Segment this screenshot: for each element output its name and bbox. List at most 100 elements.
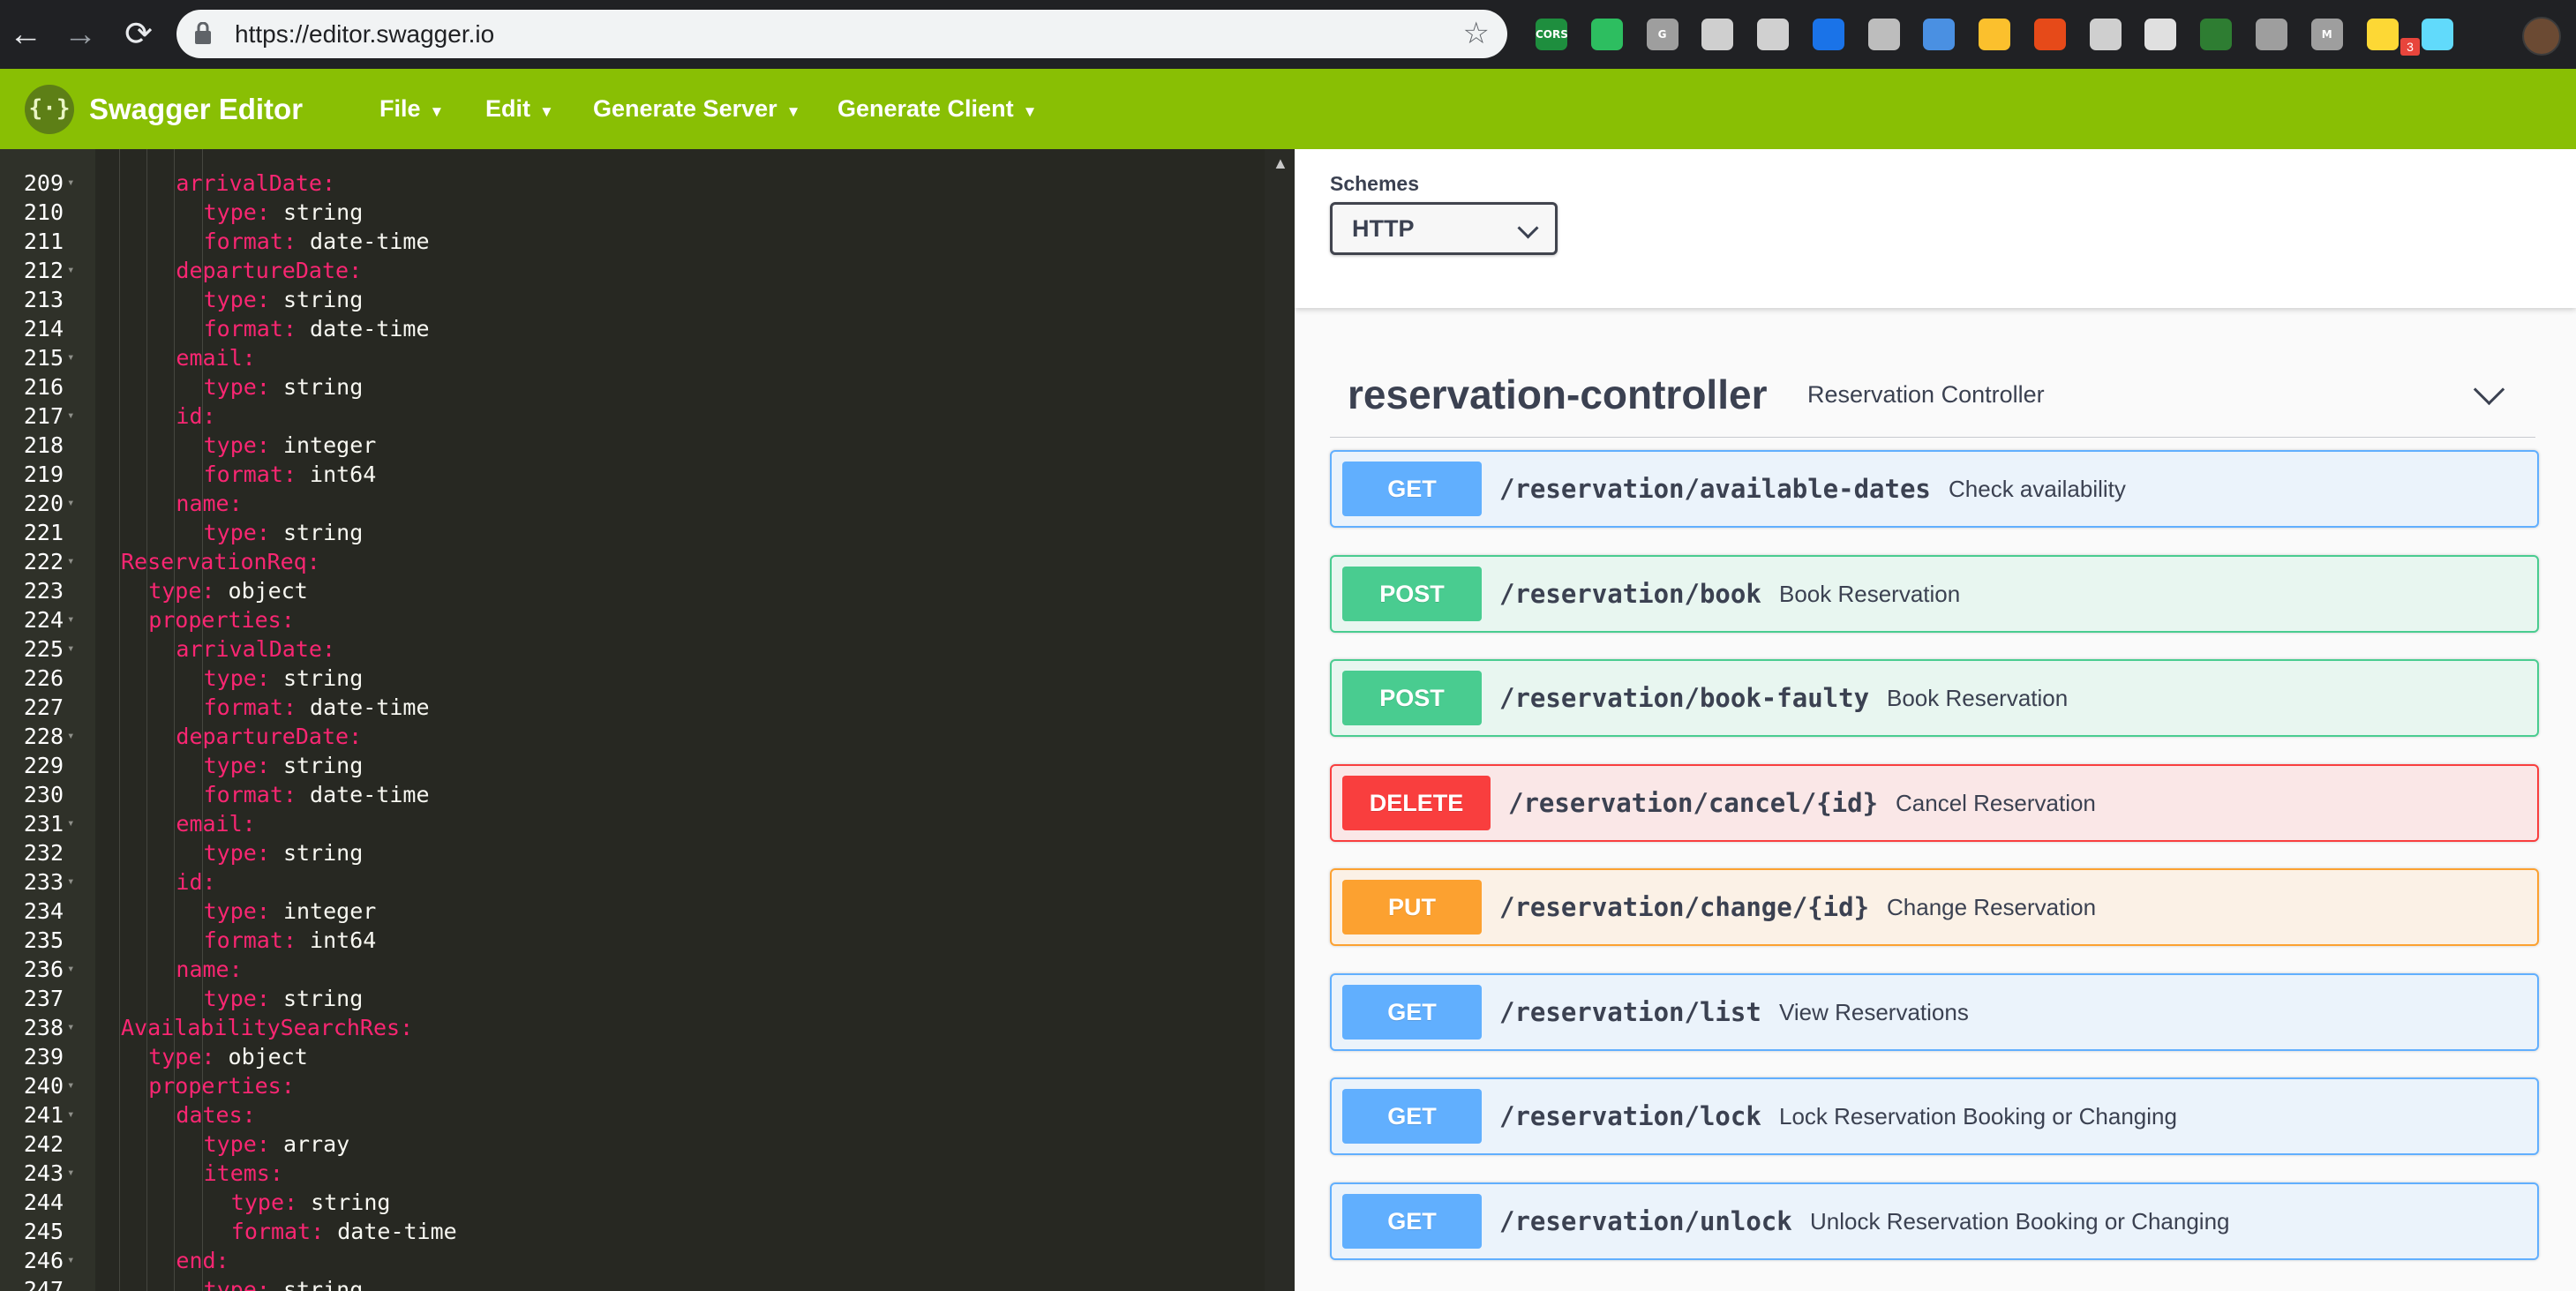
fold-arrow-icon[interactable]: ▾ (67, 256, 74, 285)
fold-arrow-icon[interactable]: ▾ (67, 1013, 74, 1042)
operation-path[interactable]: /reservation/list (1499, 975, 1761, 1049)
fold-arrow-icon[interactable]: ▾ (67, 169, 74, 198)
code-line[interactable]: 232 type: string (0, 838, 1265, 867)
code-line[interactable]: 221 type: string (0, 518, 1265, 547)
code-line[interactable]: 210 type: string (0, 198, 1265, 227)
operation-delete[interactable]: DELETE/reservation/cancel/{id} Cancel Res… (1330, 763, 2539, 842)
code-line[interactable]: 238 ▾ AvailabilitySearchRes: (0, 1013, 1265, 1042)
reload-icon[interactable]: ⟳ (116, 12, 161, 56)
fold-arrow-icon[interactable]: ▾ (67, 605, 74, 634)
fold-arrow-icon[interactable]: ▾ (67, 402, 74, 431)
code-line[interactable]: 225 ▾ arrivalDate: (0, 634, 1265, 664)
fold-arrow-icon[interactable]: ▾ (67, 489, 74, 518)
collapse-chevron-icon[interactable] (2473, 373, 2505, 406)
operation-path[interactable]: /reservation/available-dates (1499, 452, 1931, 526)
back-icon[interactable]: ← (4, 12, 48, 56)
operation-path[interactable]: /reservation/unlock (1499, 1184, 1792, 1258)
menu-file[interactable]: File ▼ (379, 69, 444, 152)
code-line[interactable]: 234 type: integer (0, 897, 1265, 926)
code-line[interactable]: 219 format: int64 (0, 460, 1265, 489)
operation-path[interactable]: /reservation/cancel/{id} (1508, 766, 1878, 840)
code-line[interactable]: 217 ▾ id: (0, 402, 1265, 431)
fold-arrow-icon[interactable]: ▾ (67, 722, 74, 751)
code-line[interactable]: 222 ▾ ReservationReq: (0, 547, 1265, 576)
owl-icon[interactable] (2033, 19, 2066, 50)
moon-icon[interactable] (1979, 19, 2011, 50)
cors-extension-icon[interactable]: CORS (1536, 19, 1568, 50)
code-line[interactable]: 230 format: date-time (0, 780, 1265, 809)
code-line[interactable]: 226 type: string (0, 664, 1265, 693)
profile-avatar[interactable] (2522, 17, 2561, 56)
code-line[interactable]: 227 format: date-time (0, 693, 1265, 722)
grammar-icon[interactable]: G (1646, 19, 1679, 50)
url-text[interactable]: https://editor.swagger.io (235, 10, 494, 58)
fold-arrow-icon[interactable]: ▾ (67, 1071, 74, 1100)
app-title[interactable]: Swagger Editor (89, 69, 303, 149)
fold-arrow-icon[interactable]: ▾ (67, 955, 74, 984)
scroll-up-icon[interactable]: ▲ (1273, 154, 1288, 173)
tag-header[interactable]: reservation-controller Reservation Contr… (1330, 352, 2535, 438)
code-line[interactable]: 231 ▾ email: (0, 809, 1265, 838)
address-bar[interactable]: https://editor.swagger.io ☆ (176, 10, 1507, 58)
operation-get[interactable]: GET/reservation/available-dates Check ava… (1330, 450, 2539, 528)
fold-arrow-icon[interactable]: ▾ (67, 1159, 74, 1188)
code-line[interactable]: 214 format: date-time (0, 314, 1265, 343)
code-line[interactable]: 239 type: object (0, 1042, 1265, 1071)
code-line[interactable]: 212 ▾ departureDate: (0, 256, 1265, 285)
lightbulb-shield-icon[interactable] (1867, 19, 1900, 50)
menu-edit[interactable]: Edit ▼ (485, 69, 554, 152)
stack-icon[interactable] (1812, 19, 1844, 50)
code-line[interactable]: 216 type: string (0, 372, 1265, 402)
code-line[interactable]: 236 ▾ name: (0, 955, 1265, 984)
code-line[interactable]: 241 ▾ dates: (0, 1100, 1265, 1130)
operation-get[interactable]: GET/reservation/unlock Unlock Reservation… (1330, 1182, 2539, 1260)
operation-path[interactable]: /reservation/book-faulty (1499, 661, 1869, 735)
forward-icon[interactable]: → (58, 12, 102, 56)
code-line[interactable]: 233 ▾ id: (0, 867, 1265, 897)
code-line[interactable]: 246 ▾ end: (0, 1246, 1265, 1275)
fold-arrow-icon[interactable]: ▾ (67, 867, 74, 897)
yaml-editor[interactable]: 209 ▾ arrivalDate: 210 type: string 211 format… (0, 149, 1265, 1291)
code-line[interactable]: 215 ▾ email: (0, 343, 1265, 372)
code-line[interactable]: 209 ▾ arrivalDate: (0, 169, 1265, 198)
fold-arrow-icon[interactable]: ▾ (67, 809, 74, 838)
tag-name[interactable]: reservation-controller (1348, 352, 1767, 437)
code-line[interactable]: 211 format: date-time (0, 227, 1265, 256)
menu-generate-server[interactable]: Generate Server ▼ (593, 69, 800, 152)
settings-icon[interactable] (2255, 19, 2287, 50)
editor-scrollbar[interactable]: ▲ (1265, 149, 1295, 1291)
lock-icon[interactable] (194, 22, 212, 45)
code-line[interactable]: 213 type: string (0, 285, 1265, 314)
m-icon[interactable]: M (2310, 19, 2343, 50)
bulb-icon[interactable] (2366, 19, 2399, 50)
swagger-logo-icon[interactable]: {·} (25, 85, 74, 134)
code-line[interactable]: 220 ▾ name: (0, 489, 1265, 518)
fold-arrow-icon[interactable]: ▾ (67, 1246, 74, 1275)
code-line[interactable]: 243 ▾ items: (0, 1159, 1265, 1188)
gear-icon[interactable] (2089, 19, 2122, 50)
document-icon[interactable] (2144, 19, 2177, 50)
operation-post[interactable]: POST/reservation/book-faulty Book Reserva… (1330, 659, 2539, 737)
operation-get[interactable]: GET/reservation/lock Lock Reservation Boo… (1330, 1077, 2539, 1155)
fold-arrow-icon[interactable]: ▾ (67, 634, 74, 664)
code-line[interactable]: 247 type: string (0, 1275, 1265, 1291)
code-line[interactable]: 218 type: integer (0, 431, 1265, 460)
code-line[interactable]: 224 ▾ properties: (0, 605, 1265, 634)
code-line[interactable]: 229 type: string (0, 751, 1265, 780)
menu-generate-client[interactable]: Generate Client ▼ (837, 69, 1037, 152)
operation-path[interactable]: /reservation/book (1499, 557, 1761, 631)
code-line[interactable]: 240 ▾ properties: (0, 1071, 1265, 1100)
code-line[interactable]: 235 format: int64 (0, 926, 1265, 955)
operation-get[interactable]: GET/reservation/list View Reservations (1330, 972, 2539, 1051)
timer-icon[interactable] (1923, 19, 1956, 50)
operation-post[interactable]: POST/reservation/book Book Reservation (1330, 554, 2539, 633)
fold-arrow-icon[interactable]: ▾ (67, 547, 74, 576)
evernote-icon[interactable] (1590, 19, 1623, 50)
fold-arrow-icon[interactable]: ▾ (67, 343, 74, 372)
code-line[interactable]: 242 type: array (0, 1130, 1265, 1159)
bookmark-star-icon[interactable]: ☆ (1463, 10, 1490, 58)
react-icon[interactable] (2422, 19, 2454, 50)
scheme-select[interactable]: HTTP (1330, 202, 1558, 255)
operation-put[interactable]: PUT/reservation/change/{id} Change Reserv… (1330, 868, 2539, 946)
target-icon[interactable] (2200, 19, 2233, 50)
